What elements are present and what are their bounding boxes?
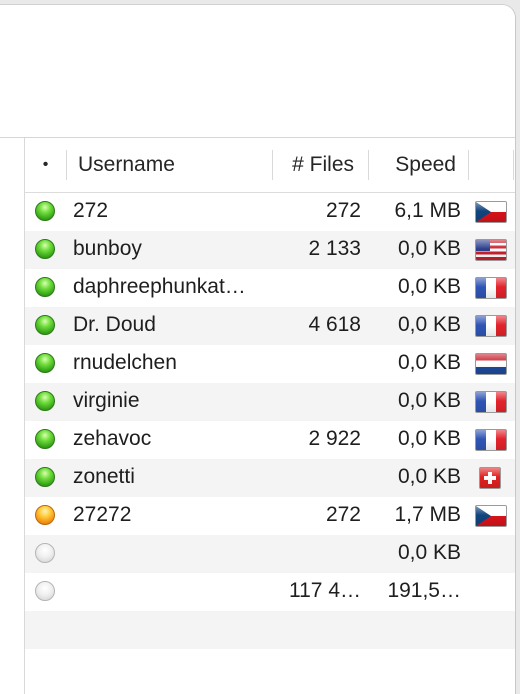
flag-nl-icon — [475, 353, 507, 375]
status-green-icon — [35, 353, 55, 373]
flag-fr-icon — [475, 277, 507, 299]
status-cell — [25, 421, 67, 459]
speed-cell: 0,0 KB — [397, 351, 461, 374]
status-cell — [25, 193, 67, 231]
status-orange-icon — [35, 505, 55, 525]
status-green-icon — [35, 239, 55, 259]
table-row[interactable]: zehavoc 2 922 0,0 KB — [25, 421, 515, 459]
status-gray-icon — [35, 543, 55, 563]
flag-ch-icon — [479, 467, 501, 489]
username-cell: daphreephunkat… — [73, 275, 246, 298]
files-cell — [273, 383, 361, 421]
country-cell — [475, 459, 509, 497]
status-green-icon — [35, 201, 55, 221]
status-gray-icon — [35, 581, 55, 601]
column-header-username[interactable]: Username — [67, 150, 273, 180]
status-cell — [25, 307, 67, 345]
username-cell: virginie — [73, 389, 140, 412]
username-cell: bunboy — [73, 237, 142, 260]
speed-cell: 0,0 KB — [397, 427, 461, 450]
table-row[interactable]: 117 4… 191,5… — [25, 573, 515, 611]
status-cell — [25, 573, 67, 611]
table-body: 272 272 6,1 MB bunboy 2 133 0,0 KB daphreephun… — [25, 193, 515, 611]
country-cell — [475, 231, 509, 269]
speed-cell: 0,0 KB — [397, 237, 461, 260]
country-cell — [475, 345, 509, 383]
status-cell — [25, 345, 67, 383]
status-green-icon — [35, 467, 55, 487]
status-green-icon — [35, 391, 55, 411]
country-cell — [475, 535, 509, 573]
table-row[interactable]: bunboy 2 133 0,0 KB — [25, 231, 515, 269]
table-row[interactable]: 272 272 6,1 MB — [25, 193, 515, 231]
speed-cell: 0,0 KB — [397, 275, 461, 298]
status-green-icon — [35, 429, 55, 449]
files-cell: 272 — [325, 199, 361, 222]
column-header-country[interactable] — [469, 150, 514, 180]
column-header-files[interactable]: # Files — [273, 150, 369, 180]
speed-cell: 0,0 KB — [397, 465, 461, 488]
table-row[interactable]: rnudelchen 0,0 KB — [25, 345, 515, 383]
speed-cell: 0,0 KB — [397, 313, 461, 336]
country-cell — [475, 307, 509, 345]
status-cell — [25, 497, 67, 535]
files-cell: 4 618 — [308, 313, 361, 336]
side-pane — [0, 138, 25, 694]
files-cell: 117 4… — [289, 579, 361, 602]
username-cell — [73, 573, 271, 611]
username-cell: 272 — [73, 199, 109, 222]
column-header-status[interactable]: • — [25, 150, 67, 180]
status-cell — [25, 535, 67, 573]
speed-cell: 0,0 KB — [397, 541, 461, 564]
status-cell — [25, 269, 67, 307]
country-cell — [475, 383, 509, 421]
flag-fr-icon — [475, 391, 507, 413]
status-green-icon — [35, 315, 55, 335]
empty-row — [25, 611, 515, 649]
files-cell — [273, 345, 361, 383]
speed-cell: 0,0 KB — [397, 389, 461, 412]
status-cell — [25, 459, 67, 497]
username-cell: rnudelchen — [73, 351, 177, 374]
country-cell — [475, 497, 509, 535]
status-cell — [25, 383, 67, 421]
files-cell: 2 922 — [308, 427, 361, 450]
files-cell — [273, 269, 361, 307]
toolbar-area — [0, 5, 515, 138]
speed-cell: 191,5… — [387, 579, 461, 602]
empty-row — [25, 649, 515, 687]
status-cell — [25, 231, 67, 269]
speed-cell: 6,1 MB — [394, 199, 461, 222]
files-cell — [273, 535, 361, 573]
table-row[interactable]: 0,0 KB — [25, 535, 515, 573]
flag-cz-icon — [475, 505, 507, 527]
username-cell: 27272 — [73, 503, 132, 526]
files-cell: 2 133 — [308, 237, 361, 260]
table-row[interactable]: Dr. Doud 4 618 0,0 KB — [25, 307, 515, 345]
flag-fr-icon — [475, 429, 507, 451]
files-cell: 272 — [325, 503, 361, 526]
column-header-speed[interactable]: Speed — [369, 150, 469, 180]
username-cell: zonetti — [73, 465, 135, 488]
peer-table: • Username # Files Speed 272 272 6,1 MB bun… — [25, 138, 515, 694]
country-cell — [475, 269, 509, 307]
username-cell — [73, 535, 271, 573]
flag-us-icon — [475, 239, 507, 261]
table-row[interactable]: zonetti 0,0 KB — [25, 459, 515, 497]
country-cell — [475, 193, 509, 231]
table-row[interactable]: virginie 0,0 KB — [25, 383, 515, 421]
peer-list-window: • Username # Files Speed 272 272 6,1 MB bun… — [0, 4, 516, 694]
status-green-icon — [35, 277, 55, 297]
table-header: • Username # Files Speed — [25, 138, 515, 193]
country-cell — [475, 573, 509, 611]
table-row[interactable]: daphreephunkat… 0,0 KB — [25, 269, 515, 307]
flag-fr-icon — [475, 315, 507, 337]
flag-cz-icon — [475, 201, 507, 223]
username-cell: Dr. Doud — [73, 313, 156, 336]
username-cell: zehavoc — [73, 427, 152, 450]
files-cell — [273, 459, 361, 497]
country-cell — [475, 421, 509, 459]
table-row[interactable]: 27272 272 1,7 MB — [25, 497, 515, 535]
speed-cell: 1,7 MB — [394, 503, 461, 526]
